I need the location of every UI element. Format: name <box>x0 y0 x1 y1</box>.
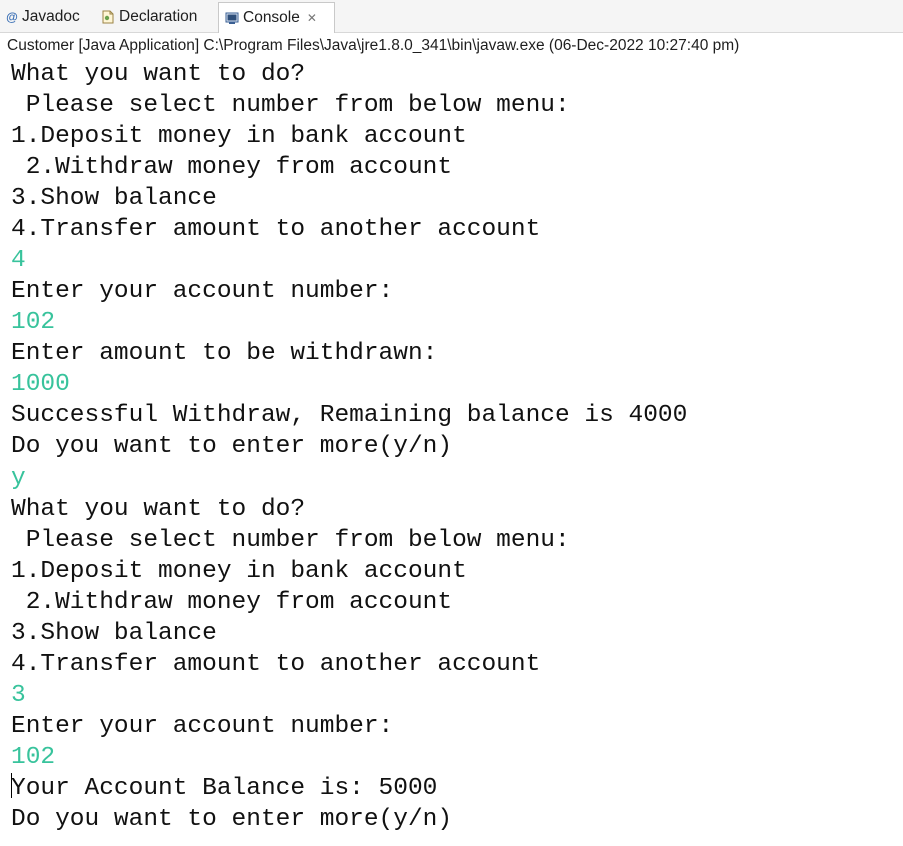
console-output-line: Enter your account number: <box>11 278 394 306</box>
console-input-line: 102 <box>11 743 56 771</box>
console-output-line: 1.Deposit money in bank account <box>11 123 467 151</box>
console-output-line: Do you want to enter more(y/n) <box>11 805 453 833</box>
console-view: @ Javadoc Declaration Console ✕ Customer… <box>0 0 903 846</box>
console-input-line: 3 <box>11 681 26 709</box>
console-output-line: 3.Show balance <box>11 619 217 647</box>
tab-declaration-label: Declaration <box>119 8 198 25</box>
console-output-line: Please select number from below menu: <box>11 526 570 554</box>
tab-console[interactable]: Console ✕ <box>218 2 335 33</box>
close-icon[interactable]: ✕ <box>307 11 317 25</box>
tab-javadoc-label: Javadoc <box>22 8 80 25</box>
tab-javadoc[interactable]: @ Javadoc <box>6 4 80 30</box>
console-output-line: Please select number from below menu: <box>11 92 570 120</box>
declaration-icon <box>101 10 115 24</box>
console-output[interactable]: What you want to do? Please select numbe… <box>0 58 903 846</box>
console-output-line: 3.Show balance <box>11 185 217 213</box>
console-input-line: 1000 <box>11 371 70 399</box>
console-output-line: 4.Transfer amount to another account <box>11 650 541 678</box>
console-output-line: Successful Withdraw, Remaining balance i… <box>11 402 688 430</box>
console-output-line: Enter your account number: <box>11 712 394 740</box>
console-input-line: 102 <box>11 309 56 337</box>
text-caret <box>11 772 12 798</box>
tab-declaration[interactable]: Declaration <box>101 4 197 30</box>
console-output-line: 2.Withdraw money from account <box>11 154 453 182</box>
console-input-line: 4 <box>11 247 26 275</box>
console-output-line: Do you want to enter more(y/n) <box>11 433 453 461</box>
console-output-line: 2.Withdraw money from account <box>11 588 453 616</box>
console-icon <box>225 11 239 25</box>
console-output-line: What you want to do? <box>11 495 306 523</box>
console-output-line: Enter amount to be withdrawn: <box>11 340 438 368</box>
console-output-line: 4.Transfer amount to another account <box>11 216 541 244</box>
console-launch-info: Customer [Java Application] C:\Program F… <box>0 33 903 58</box>
console-input-line: y <box>11 464 26 492</box>
view-tab-bar: @ Javadoc Declaration Console ✕ <box>0 0 903 33</box>
at-sign-icon: @ <box>6 10 18 24</box>
console-output-line: 1.Deposit money in bank account <box>11 557 467 585</box>
console-output-line: Your Account Balance is: 5000 <box>11 772 438 802</box>
tab-console-label: Console <box>243 9 300 26</box>
console-output-line: What you want to do? <box>11 61 306 88</box>
